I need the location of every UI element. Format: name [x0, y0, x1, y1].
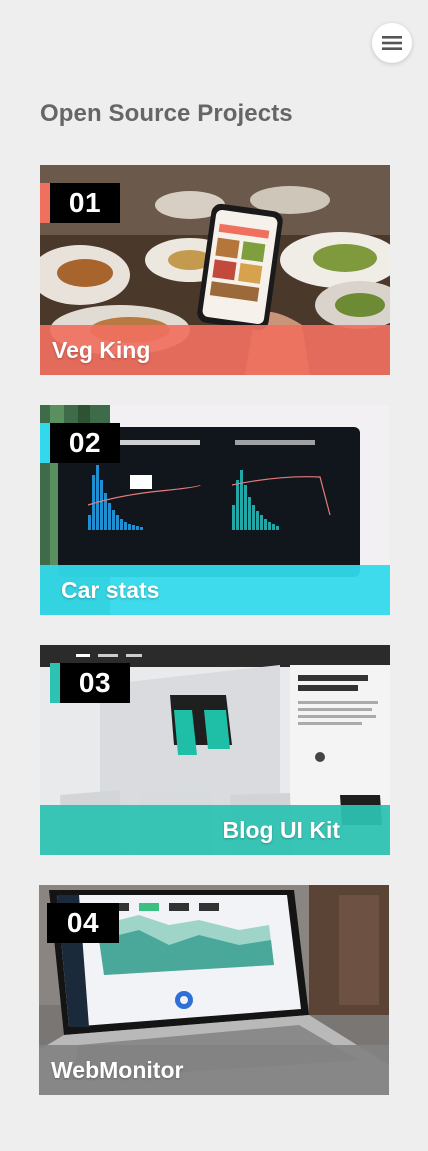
- project-number: 02: [50, 423, 120, 463]
- project-title-bar: Blog UI Kit: [40, 805, 390, 855]
- project-card-webmonitor[interactable]: 04 WebMonitor: [39, 885, 389, 1095]
- project-title: Veg King: [52, 336, 151, 363]
- project-number: 03: [60, 663, 130, 703]
- project-title-bar: Veg King: [40, 325, 390, 375]
- project-title-bar: Car stats: [40, 565, 390, 615]
- page: Open Source Projects 01 Veg King 02 Car …: [0, 0, 428, 1151]
- project-number-badge: 01: [40, 183, 120, 223]
- hamburger-menu-icon: [382, 36, 402, 50]
- badge-accent: [40, 183, 50, 223]
- project-card-veg-king[interactable]: 01 Veg King: [40, 165, 390, 375]
- project-card-car-stats[interactable]: 02 Car stats: [40, 405, 390, 615]
- badge-accent: [50, 663, 60, 703]
- page-title: Open Source Projects: [40, 100, 293, 127]
- project-number: 01: [50, 183, 120, 223]
- project-number-badge: 04: [47, 903, 127, 943]
- project-title-bar: WebMonitor: [39, 1045, 389, 1095]
- project-title: Blog UI Kit: [222, 816, 340, 843]
- project-title: Car stats: [61, 576, 160, 603]
- menu-button[interactable]: [372, 23, 412, 63]
- project-card-blog-ui-kit[interactable]: 03 Blog UI Kit: [40, 645, 390, 855]
- project-number-badge: 02: [40, 423, 120, 463]
- badge-accent: [40, 423, 50, 463]
- project-number: 04: [47, 903, 119, 943]
- project-number-badge: 03: [50, 663, 130, 703]
- project-title: WebMonitor: [51, 1056, 184, 1083]
